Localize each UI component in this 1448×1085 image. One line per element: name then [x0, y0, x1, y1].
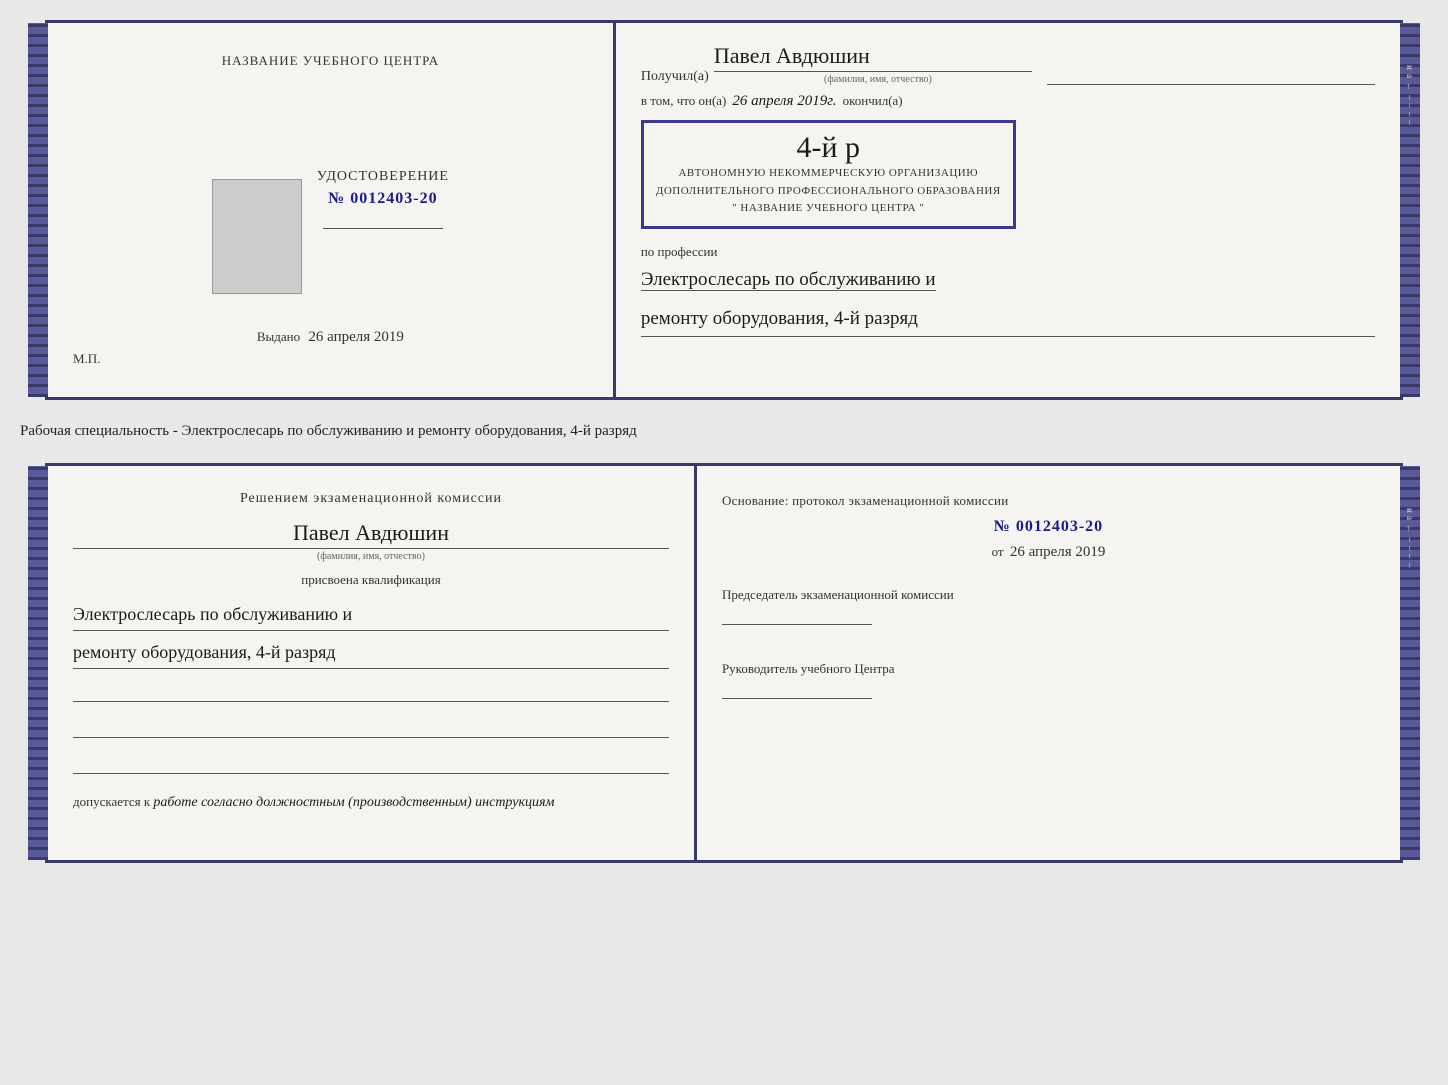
tab-char-6: – [1405, 112, 1415, 117]
stamp-box: 4-й р АВТОНОМНУЮ НЕКОММЕРЧЕСКУЮ ОРГАНИЗА… [641, 120, 1016, 229]
po-professii-label: по профессии [641, 244, 1375, 260]
fio-sublabel-bottom: (фамилия, имя, отчество) [73, 551, 669, 562]
recipient-name: Павел Авдюшин [714, 43, 1032, 72]
prisvoena-label: присвоена квалификация [73, 572, 669, 588]
chairman-block: Председатель экзаменационной комиссии [722, 586, 1375, 625]
profession-line2: ремонту оборудования, 4-й разряд [641, 302, 1375, 337]
chairman-sig-line [722, 624, 872, 625]
issued-date: 26 апреля 2019 [308, 329, 404, 345]
qualification-line2: ремонту оборудования, 4-й разряд [73, 636, 669, 669]
ot-date-block: от 26 апреля 2019 [722, 544, 1375, 561]
poluchil-label: Получил(а) [641, 69, 709, 85]
person-name-block: Павел Авдюшин (фамилия, имя, отчество) [73, 515, 669, 562]
page-wrapper: НАЗВАНИЕ УЧЕБНОГО ЦЕНТРА УДОСТОВЕРЕНИЕ №… [20, 20, 1428, 863]
dopuskaetsya-block: допускается к работе согласно должностны… [73, 794, 669, 811]
tab-b-char-5: – [1405, 546, 1415, 551]
vtom-label: в том, что он(а) [641, 93, 727, 109]
tab-char-5: – [1405, 103, 1415, 108]
qualification-block: Электрослесарь по обслуживанию и ремонту… [73, 593, 669, 675]
cert-number: № 0012403-20 [328, 190, 437, 208]
photo-placeholder [212, 179, 302, 294]
org-line1: АВТОНОМНУЮ НЕКОММЕРЧЕСКУЮ ОРГАНИЗАЦИЮ [656, 165, 1001, 183]
okonchil-label: окончил(а) [843, 93, 903, 109]
profession-block: Электрослесарь по обслуживанию и ремонту… [641, 263, 1375, 337]
tab-char-3: ← [1405, 82, 1415, 91]
rukovoditel-block: Руководитель учебного Центра [722, 660, 1375, 699]
rukovoditel-title: Руководитель учебного Центра [722, 660, 1375, 678]
left-spine-decoration [28, 23, 48, 397]
bottom-doc-left: Решением экзаменационной комиссии Павел … [48, 466, 697, 860]
tab-b-char-3: ← [1405, 524, 1415, 533]
person-name: Павел Авдюшин [73, 520, 669, 549]
left-spine-bottom [28, 466, 48, 860]
tab-char-2: а [1405, 74, 1415, 78]
org-lines: АВТОНОМНУЮ НЕКОММЕРЧЕСКУЮ ОРГАНИЗАЦИЮ ДО… [656, 165, 1001, 218]
top-left-title-area: НАЗВАНИЕ УЧЕБНОГО ЦЕНТРА [222, 53, 439, 154]
dopuskaetsya-value: работе согласно должностным (производств… [153, 795, 554, 810]
rukovoditel-sig-line [722, 698, 872, 699]
qualification-line1: Электрослесарь по обслуживанию и [73, 598, 669, 631]
org-line2: ДОПОЛНИТЕЛЬНОГО ПРОФЕССИОНАЛЬНОГО ОБРАЗО… [656, 183, 1001, 201]
underline-3 [73, 754, 669, 774]
underline-1 [73, 682, 669, 702]
vtom-date: 26 апреля 2019г. [732, 93, 836, 110]
osnovaniye-label: Основание: протокол экзаменационной коми… [722, 491, 1375, 511]
bottom-document: Решением экзаменационной комиссии Павел … [45, 463, 1403, 863]
bottom-document-wrapper: Решением экзаменационной комиссии Павел … [45, 463, 1403, 863]
rank-large: 4-й р [656, 131, 1001, 165]
fio-sublabel: (фамилия, имя, отчество) [714, 74, 1042, 85]
decision-title: Решением экзаменационной комиссии [73, 491, 669, 507]
cert-info-block: УДОСТОВЕРЕНИЕ № 0012403-20 [317, 169, 449, 229]
tab-b-char-6: – [1405, 554, 1415, 559]
protokol-number: № 0012403-20 [722, 518, 1375, 536]
ot-label: от [992, 544, 1004, 559]
profession-line1: Электрослесарь по обслуживанию и [641, 269, 936, 291]
tab-char-4: – [1405, 95, 1415, 100]
top-document-wrapper: НАЗВАНИЕ УЧЕБНОГО ЦЕНТРА УДОСТОВЕРЕНИЕ №… [45, 20, 1403, 400]
chairman-title: Председатель экзаменационной комиссии [722, 586, 1375, 604]
vtom-row: в том, что он(а) 26 апреля 2019г. окончи… [641, 93, 1375, 110]
org-line3: " НАЗВАНИЕ УЧЕБНОГО ЦЕНТРА " [656, 200, 1001, 218]
tab-b-char-1: и [1405, 508, 1415, 513]
top-doc-left: НАЗВАНИЕ УЧЕБНОГО ЦЕНТРА УДОСТОВЕРЕНИЕ №… [48, 23, 616, 397]
school-name-top: НАЗВАНИЕ УЧЕБНОГО ЦЕНТРА [222, 53, 439, 69]
right-spine-top: и а ← – – – – [1400, 23, 1420, 397]
tab-char-1: и [1405, 65, 1415, 70]
tab-b-char-7: – [1405, 563, 1415, 568]
tab-char-7: – [1405, 120, 1415, 125]
cert-label: УДОСТОВЕРЕНИЕ [317, 169, 449, 185]
tab-b-char-2: а [1405, 516, 1415, 520]
middle-text: Рабочая специальность - Электрослесарь п… [20, 412, 1428, 451]
right-spine-bottom: и а ← – – – – [1400, 466, 1420, 860]
photo-cert-row: УДОСТОВЕРЕНИЕ № 0012403-20 [212, 169, 449, 304]
issued-label: Выдано [257, 329, 300, 344]
recipient-line: Получил(а) Павел Авдюшин (фамилия, имя, … [641, 43, 1375, 85]
tab-b-char-4: – [1405, 537, 1415, 542]
issued-line: Выдано 26 апреля 2019 [257, 329, 404, 346]
underline-2 [73, 718, 669, 738]
top-doc-right: Получил(а) Павел Авдюшин (фамилия, имя, … [616, 23, 1400, 397]
mp-label: М.П. [73, 351, 100, 367]
dopuskaetsya-label: допускается к [73, 794, 150, 809]
bottom-doc-right: Основание: протокол экзаменационной коми… [697, 466, 1400, 860]
ot-date: 26 апреля 2019 [1010, 544, 1106, 560]
top-document: НАЗВАНИЕ УЧЕБНОГО ЦЕНТРА УДОСТОВЕРЕНИЕ №… [45, 20, 1403, 400]
